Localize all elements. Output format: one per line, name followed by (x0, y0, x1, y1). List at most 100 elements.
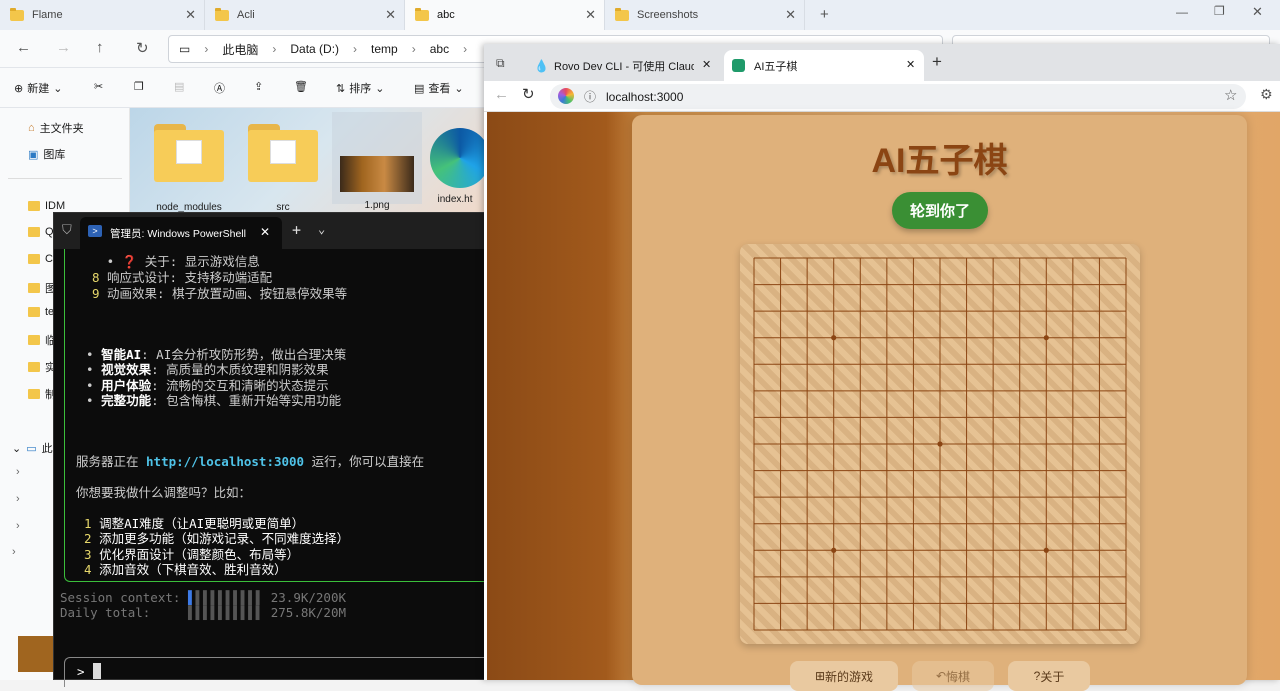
new-label: 新建 (27, 83, 50, 95)
game-title: AI五子棋 (871, 142, 1008, 180)
board-grid[interactable] (740, 244, 1140, 644)
sort-button[interactable]: ⇅ 排序 ⌄ (336, 80, 384, 96)
cut-icon[interactable]: ✂ (94, 80, 103, 93)
folder-icon (215, 7, 229, 21)
delete-icon[interactable]: 🗑 (294, 80, 308, 93)
bullet-text: : 包含悔棋、重新开始等实用功能 (151, 393, 342, 408)
maximize-icon[interactable]: ❐ (1214, 4, 1225, 18)
folder-icon (28, 283, 40, 293)
browser-tab-bar: ⧉ 💧 Rovo Dev CLI - 可使用 Claude Son ✕ AI五子… (484, 44, 1280, 81)
breadcrumb-item[interactable]: 此电脑 (222, 41, 258, 58)
explorer-tab-flame[interactable]: Flame ✕ (0, 0, 205, 30)
sidebar-item-pinned[interactable]: 制 (28, 386, 56, 402)
new-tab-icon[interactable]: + (292, 221, 301, 239)
paste-icon[interactable]: ▤ (174, 80, 184, 93)
game-page: AI五子棋 轮到你了 ⊞ 新的游戏 ↶ 悔棋 ? 关于 (487, 112, 1280, 691)
close-icon[interactable]: ✕ (906, 58, 915, 71)
server-suffix: 运行，你可以直接在 (304, 454, 425, 469)
new-tab-icon[interactable]: + (820, 6, 829, 23)
close-icon[interactable]: ✕ (702, 58, 711, 71)
monitor-icon: ▭ (26, 442, 37, 455)
sidebar-label: IDM (45, 200, 66, 212)
chevron-right-icon[interactable]: › (12, 546, 16, 558)
close-icon[interactable]: ✕ (585, 7, 596, 23)
new-tab-icon[interactable]: + (932, 52, 942, 72)
edge-icon (430, 128, 490, 188)
info-icon[interactable]: ⓘ (584, 88, 596, 105)
chevron-down-icon[interactable]: ⌄ (318, 222, 325, 236)
tab-label: Flame (32, 9, 63, 21)
sidebar-label: 图库 (43, 149, 66, 161)
back-icon[interactable]: ← (16, 39, 31, 56)
refresh-icon[interactable]: ↻ (522, 85, 535, 103)
explorer-tab-acli[interactable]: Acli ✕ (205, 0, 405, 30)
up-icon[interactable]: ↑ (96, 39, 104, 56)
url-text: localhost:3000 (606, 89, 684, 104)
file-item[interactable]: src (238, 120, 328, 213)
sidebar-item-this-pc[interactable]: ⌄ ▭ 此 (12, 440, 53, 456)
new-game-button[interactable]: ⊞ 新的游戏 (790, 661, 898, 691)
file-item[interactable]: index.ht (420, 120, 490, 205)
sidebar-item-pinned[interactable]: 实 (28, 359, 56, 375)
forward-icon[interactable]: → (56, 39, 71, 56)
share-icon[interactable]: ⇪ (254, 80, 263, 93)
breadcrumb-item[interactable]: abc (430, 42, 449, 56)
explorer-tab-abc[interactable]: abc ✕ (405, 0, 605, 30)
tab-label: Acli (237, 9, 255, 21)
undo-button[interactable]: ↶ 悔棋 (912, 661, 994, 691)
url-bar[interactable]: ⓘ localhost:3000 ☆ (550, 84, 1246, 109)
chevron-right-icon[interactable]: › (16, 493, 20, 505)
folder-icon (28, 335, 40, 345)
new-button[interactable]: ⊕ 新建 ⌄ (14, 80, 62, 96)
chevron-right-icon[interactable]: › (16, 520, 20, 532)
star-point (1043, 335, 1049, 341)
tab-label: abc (437, 9, 455, 21)
chevron-right-icon: › (463, 42, 468, 56)
view-button[interactable]: ▤ 查看 ⌄ (414, 80, 464, 96)
sidebar-item-pinned[interactable]: te (28, 306, 54, 318)
refresh-icon[interactable]: ↻ (136, 39, 149, 57)
close-icon[interactable]: ✕ (385, 7, 396, 23)
close-icon[interactable]: ✕ (185, 7, 196, 23)
explorer-tab-screenshots[interactable]: Screenshots ✕ (605, 0, 805, 30)
sidebar-item-pinned[interactable]: Q (28, 226, 54, 238)
server-url-link[interactable]: http://localhost:3000 (146, 454, 304, 469)
breadcrumb-item[interactable]: Data (D:) (290, 42, 339, 56)
sidebar-item-pinned[interactable]: 图 (28, 280, 56, 296)
browser-tab-gomoku[interactable]: AI五子棋 ✕ (724, 50, 924, 81)
game-board[interactable] (740, 244, 1140, 644)
sidebar-item-pinned[interactable]: 临 (28, 332, 56, 348)
close-window-icon[interactable]: ✕ (1252, 4, 1263, 20)
about-button[interactable]: ? 关于 (1008, 661, 1090, 691)
powershell-tab[interactable]: > 管理员: Windows PowerShell ✕ (80, 217, 282, 249)
sidebar-item-pinned[interactable]: C (28, 253, 53, 265)
daily-label: Daily total: (60, 605, 151, 620)
rename-icon[interactable]: Ⓐ (214, 80, 225, 96)
sidebar-item-gallery[interactable]: ▣ 图库 (28, 146, 65, 162)
sidebar-label: C (45, 253, 53, 265)
copy-icon[interactable]: ❐ (134, 80, 144, 93)
sidebar-item-pinned[interactable]: IDM (28, 200, 65, 212)
file-item[interactable]: 1.png (332, 112, 422, 211)
folder-icon (248, 124, 318, 184)
browser-tab-rovo[interactable]: 💧 Rovo Dev CLI - 可使用 Claude Son ✕ (524, 50, 720, 81)
chevron-right-icon: › (204, 42, 209, 56)
file-item[interactable]: node_modules (144, 120, 234, 213)
copilot-icon[interactable] (558, 88, 574, 104)
extensions-icon[interactable]: ⚙ (1260, 86, 1273, 103)
minimize-icon[interactable]: — (1176, 5, 1188, 19)
chevron-right-icon[interactable]: › (16, 466, 20, 478)
back-icon[interactable]: ← (494, 86, 509, 103)
close-icon[interactable]: ✕ (260, 225, 270, 239)
sidebar-item-home[interactable]: ⌂ 主文件夹 (28, 120, 84, 136)
drop-icon: 💧 (534, 59, 549, 73)
browser-nav-bar: ← ↻ ⓘ localhost:3000 ☆ ⚙ (484, 81, 1280, 112)
breadcrumb-item[interactable]: temp (371, 42, 398, 56)
tab-actions-icon[interactable]: ⧉ (496, 56, 505, 71)
option-text: 添加音效（下棋音效、胜利音效） (99, 562, 287, 577)
sort-icon: ⇅ (336, 82, 346, 95)
prompt-input[interactable]: > (64, 657, 494, 687)
close-icon[interactable]: ✕ (785, 7, 796, 23)
star-icon[interactable]: ☆ (1224, 86, 1237, 104)
bullet-head: 完整功能 (101, 393, 152, 408)
